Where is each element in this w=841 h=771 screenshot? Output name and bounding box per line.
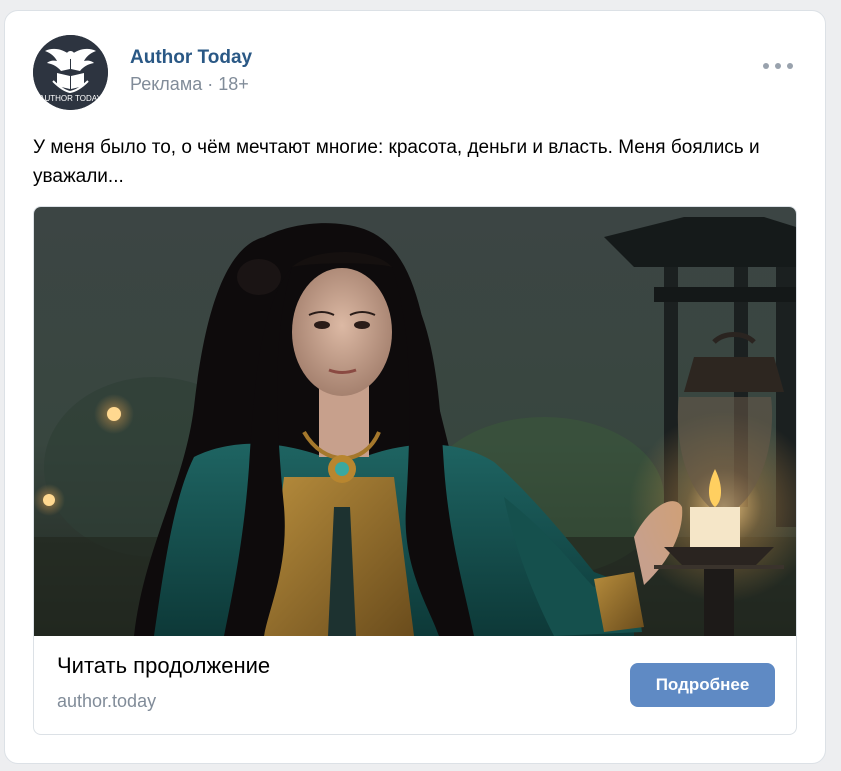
- link-attachment[interactable]: Читать продолжение author.today Подробне…: [33, 206, 797, 735]
- more-options-button[interactable]: [763, 56, 793, 76]
- woman-with-lantern-illustration: [34, 207, 796, 636]
- post-meta: Реклама · 18+: [130, 74, 249, 94]
- attachment-link-domain: author.today: [57, 691, 157, 711]
- attachment-photo[interactable]: [34, 207, 796, 636]
- post-card: AUTHOR TODAY Author Today Реклама · 18+ …: [4, 10, 826, 764]
- author-name-link[interactable]: Author Today: [130, 47, 252, 69]
- post-text: У меня было то, о чём мечтают многие: кр…: [33, 137, 760, 187]
- more-details-button[interactable]: Подробнее: [630, 663, 775, 707]
- more-horizontal-icon: [763, 63, 769, 69]
- avatar-logo-text: AUTHOR TODAY: [39, 94, 102, 103]
- author-avatar[interactable]: AUTHOR TODAY: [33, 35, 108, 110]
- eagle-book-logo-icon: AUTHOR TODAY: [33, 35, 108, 110]
- attachment-link-title[interactable]: Читать продолжение: [57, 653, 270, 679]
